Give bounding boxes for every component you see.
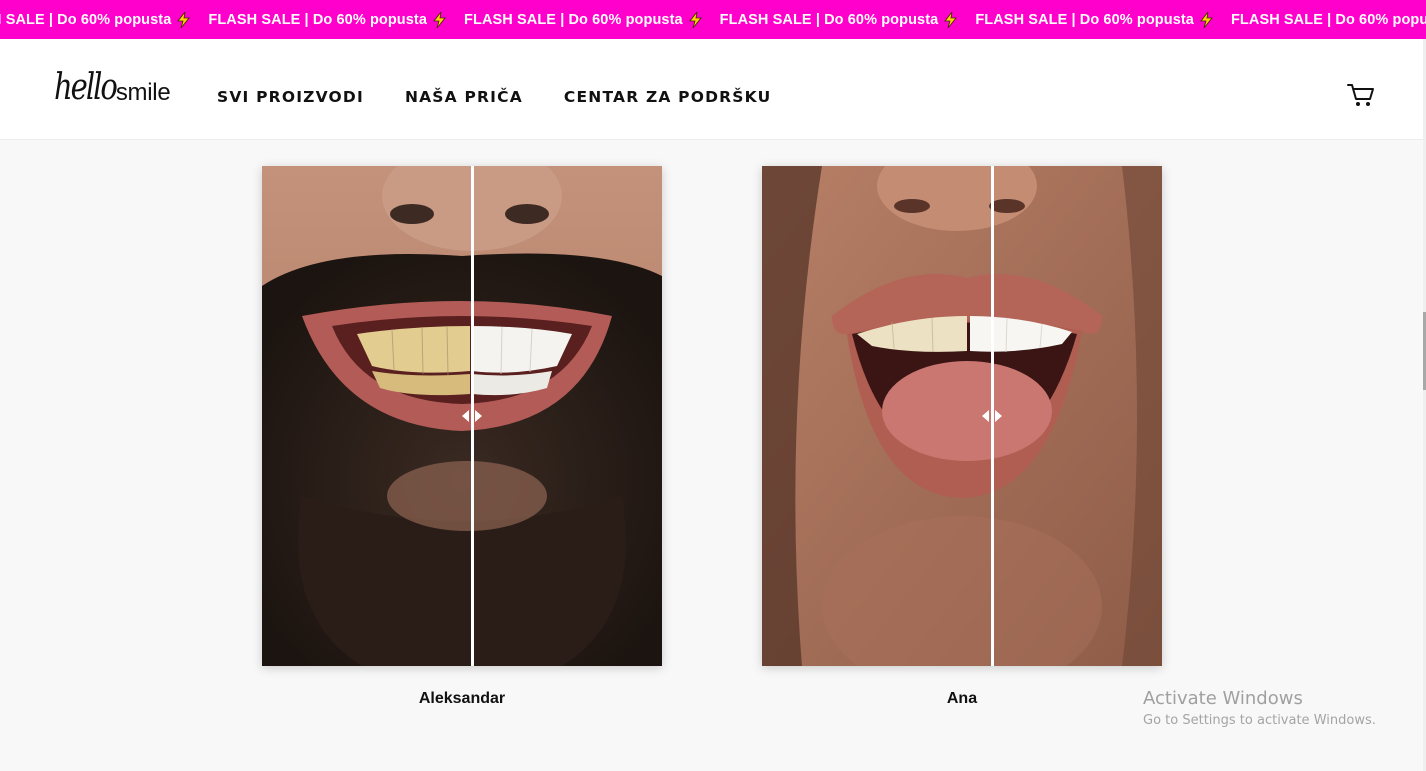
- person-name-label: Ana: [946, 690, 978, 707]
- lightning-bolt-icon: [177, 11, 191, 28]
- announcement-text: FLASH SALE | Do 60% popusta: [464, 11, 683, 28]
- watermark-title: Activate Windows: [1143, 688, 1303, 709]
- nav-support-center[interactable]: CENTAR ZA PODRŠKU: [564, 88, 772, 106]
- nav-our-story[interactable]: NAŠA PRIČA: [405, 88, 523, 106]
- announcement-item: FLASH SALE | Do 60% popusta: [975, 11, 1213, 28]
- announcement-item: FLASH SALE | Do 60% popusta: [464, 11, 702, 28]
- announcement-track: H SALE | Do 60% popusta FLASH SALE | Do 6…: [0, 0, 1426, 39]
- drag-arrows-icon[interactable]: [980, 409, 1004, 423]
- logo[interactable]: hello smile: [54, 65, 171, 109]
- announcement-bar: H SALE | Do 60% popusta FLASH SALE | Do 6…: [0, 0, 1426, 39]
- lightning-bolt-icon: [944, 11, 958, 28]
- announcement-item: FLASH SALE | Do 60% popusta: [1231, 12, 1426, 28]
- before-after-slider-ana[interactable]: [762, 166, 1162, 666]
- cart-icon[interactable]: [1346, 81, 1376, 109]
- announcement-item: FLASH SALE | Do 60% popusta: [719, 11, 958, 28]
- before-after-photo: [762, 166, 1162, 666]
- lightning-bolt-icon: [1200, 11, 1213, 28]
- announcement-text: FLASH SALE | Do 60% popusta: [208, 11, 428, 28]
- logo-smile-text: smile: [115, 79, 171, 106]
- announcement-text: FLASH SALE | Do 60% popusta: [1230, 11, 1426, 28]
- site-header: hello smile SVI PROIZVODI NAŠA PRIČA CEN…: [0, 39, 1423, 140]
- lightning-bolt-icon: [433, 11, 446, 28]
- announcement-text: FLASH SALE | Do 60% popusta: [719, 11, 939, 28]
- announcement-item: FLASH SALE | Do 60% popusta: [208, 11, 446, 28]
- main-nav: SVI PROIZVODI NAŠA PRIČA CENTAR ZA PODRŠ…: [217, 88, 771, 106]
- person-name-label: Aleksandar: [418, 690, 506, 707]
- before-after-slider-aleksandar[interactable]: [262, 166, 662, 666]
- announcement-text: FLASH SALE | Do 60% popusta: [975, 11, 1194, 28]
- drag-arrows-icon[interactable]: [460, 409, 484, 423]
- lightning-bolt-icon: [688, 11, 702, 28]
- announcement-text: H SALE | Do 60% popusta: [0, 11, 172, 28]
- windows-activation-watermark: Activate Windows Go to Settings to activ…: [1143, 688, 1376, 728]
- announcement-item: H SALE | Do 60% popusta: [0, 11, 191, 28]
- watermark-subtitle: Go to Settings to activate Windows.: [1143, 713, 1376, 728]
- logo-hello-text: hello: [54, 65, 118, 108]
- nav-all-products[interactable]: SVI PROIZVODI: [217, 88, 364, 106]
